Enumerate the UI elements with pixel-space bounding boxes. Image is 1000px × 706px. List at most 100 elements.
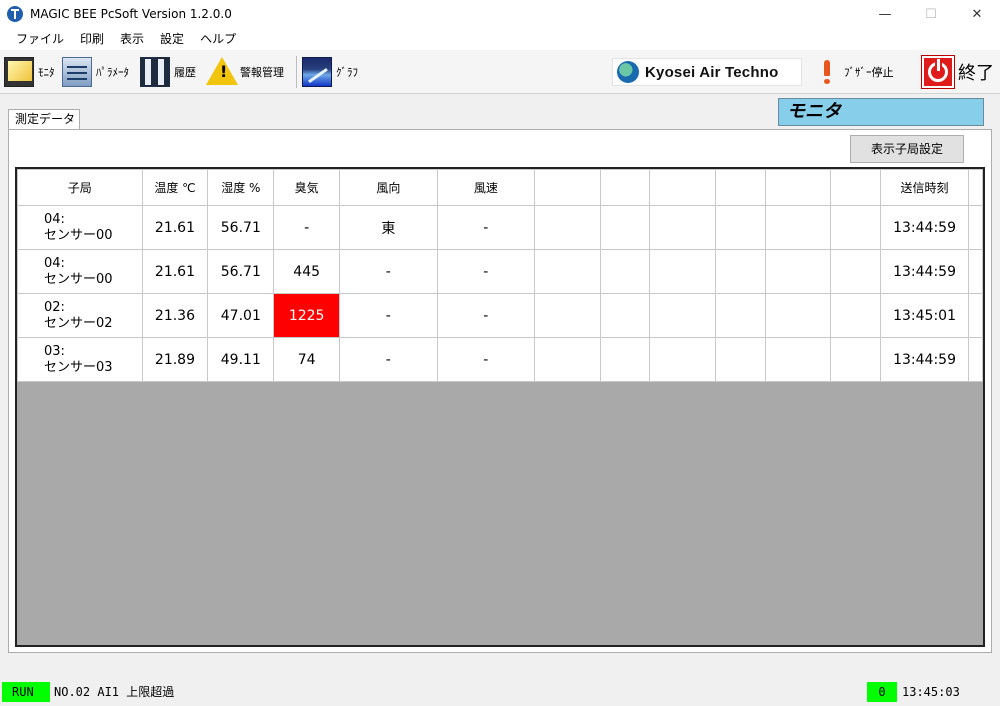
monitor-button[interactable]: ﾓﾆﾀ [4,56,55,88]
empty-cell [764,293,832,338]
odor-cell: - [273,205,341,250]
column-header-wind-direction[interactable]: 風向 [339,169,438,206]
send-time-cell: 13:45:01 [880,293,969,338]
data-grid: 子局 温度 ℃ 湿度 % 臭気 風向 風速 送信時刻 04: センサー00 21… [15,167,985,647]
station-name: センサー00 [44,227,113,243]
status-clock: 13:45:03 [902,685,960,699]
empty-cell [764,249,832,294]
maximize-button[interactable]: ☐ [908,0,954,28]
filler-cell [967,293,984,338]
close-button[interactable]: ✕ [954,0,1000,28]
alarm-management-label: 警報管理 [240,66,284,79]
warning-icon: ! [206,57,238,87]
buzzer-stop-label: ﾌﾞｻﾞｰ停止 [844,66,894,79]
table-row[interactable]: 03: センサー03 21.89 49.11 74 - - 13:44:59 [17,337,984,382]
station-name: センサー03 [44,359,113,375]
humidity-cell: 47.01 [207,293,275,338]
wind-speed-cell: - [436,337,536,382]
history-button[interactable]: 履歴 [140,56,196,88]
minimize-button[interactable]: — [862,0,908,28]
station-id: 04: [44,255,65,271]
station-cell: 02: センサー02 [17,293,143,338]
send-time-cell: 13:44:59 [880,205,969,250]
empty-cell [764,205,832,250]
column-header-empty [764,169,832,206]
column-header-empty [715,169,766,206]
wind-direction-cell: - [339,249,438,294]
alarm-management-button[interactable]: ! 警報管理 [206,56,284,88]
graph-button[interactable]: ｸﾞﾗﾌ [302,56,358,88]
station-cell: 03: センサー03 [17,337,143,382]
table-header-row: 子局 温度 ℃ 湿度 % 臭気 風向 風速 送信時刻 [17,169,984,206]
parameter-label: ﾊﾟﾗﾒｰﾀ [96,66,129,79]
monitor-icon [4,57,34,87]
data-table: 子局 温度 ℃ 湿度 % 臭気 風向 風速 送信時刻 04: センサー00 21… [17,169,984,382]
run-status-indicator: RUN [2,682,50,702]
history-icon [140,57,170,87]
empty-cell [830,293,882,338]
station-name: センサー00 [44,271,113,287]
wind-speed-cell: - [436,249,536,294]
table-row[interactable]: 02: センサー02 21.36 47.01 1225 - - 13:45:01 [17,293,984,338]
table-row[interactable]: 04: センサー00 21.61 56.71 445 - - 13:44:59 [17,249,984,294]
wind-speed-cell: - [436,205,536,250]
wind-direction-cell: 東 [339,205,438,250]
humidity-cell: 56.71 [207,249,275,294]
display-station-settings-button[interactable]: 表示子局設定 [850,135,964,163]
empty-cell [599,205,651,250]
column-header-odor[interactable]: 臭気 [273,169,341,206]
menu-view[interactable]: 表示 [112,28,152,50]
temperature-cell: 21.89 [141,337,209,382]
column-header-send-time[interactable]: 送信時刻 [880,169,969,206]
window-controls: — ☐ ✕ [862,0,1000,28]
toolbar-divider [296,56,297,88]
exclamation-icon [822,60,832,84]
column-header-temperature[interactable]: 温度 ℃ [141,169,209,206]
status-bar: RUN NO.02 AI1 上限超過 0 13:45:03 [0,678,1000,706]
column-header-wind-speed[interactable]: 風速 [436,169,536,206]
main-content: モニタ 測定データ 表示子局設定 子局 温度 ℃ 湿度 % 臭気 風向 風速 送… [0,95,1000,678]
odor-cell: 74 [273,337,341,382]
menu-file[interactable]: ファイル [8,28,72,50]
power-icon [922,56,954,88]
tab-measurement-data[interactable]: 測定データ [8,109,80,129]
menu-bar: ファイル 印刷 表示 設定 ヘルプ [0,28,1000,50]
empty-cell [830,337,882,382]
temperature-cell: 21.61 [141,249,209,294]
toolbar: ﾓﾆﾀ ﾊﾟﾗﾒｰﾀ 履歴 ! 警報管理 ｸﾞﾗﾌ Kyosei Air Tec… [0,50,1000,94]
table-row[interactable]: 04: センサー00 21.61 56.71 - 東 - 13:44:59 [17,205,984,250]
column-header-humidity[interactable]: 湿度 % [207,169,275,206]
parameter-button[interactable]: ﾊﾟﾗﾒｰﾀ [62,56,129,88]
humidity-cell: 56.71 [207,205,275,250]
kyosei-logo-icon [617,61,639,83]
menu-print[interactable]: 印刷 [72,28,112,50]
title-bar: MAGIC BEE PcSoft Version 1.2.0.0 — ☐ ✕ [0,0,1000,28]
column-header-station[interactable]: 子局 [17,169,143,206]
wind-direction-cell: - [339,293,438,338]
odor-cell-alarm: 1225 [273,293,341,338]
buzzer-stop-button[interactable]: ﾌﾞｻﾞｰ停止 [822,56,894,88]
send-time-cell: 13:44:59 [880,249,969,294]
empty-cell [830,249,882,294]
column-header-empty [830,169,882,206]
empty-cell [534,337,601,382]
filler-cell [967,337,984,382]
status-message: NO.02 AI1 上限超過 [54,685,175,699]
app-logo-icon [7,5,23,22]
empty-cell [649,337,717,382]
menu-help[interactable]: ヘルプ [192,28,244,50]
company-logo: Kyosei Air Techno [612,58,802,86]
parameter-icon [62,57,92,87]
column-header-empty [599,169,651,206]
empty-cell [599,293,651,338]
history-label: 履歴 [174,66,196,79]
empty-cell [649,249,717,294]
exit-button[interactable]: 終了 [922,56,994,88]
odor-cell: 445 [273,249,341,294]
column-header-filler [967,169,984,206]
empty-cell [715,293,766,338]
menu-settings[interactable]: 設定 [152,28,192,50]
empty-cell [764,337,832,382]
wind-direction-cell: - [339,337,438,382]
empty-cell [599,249,651,294]
